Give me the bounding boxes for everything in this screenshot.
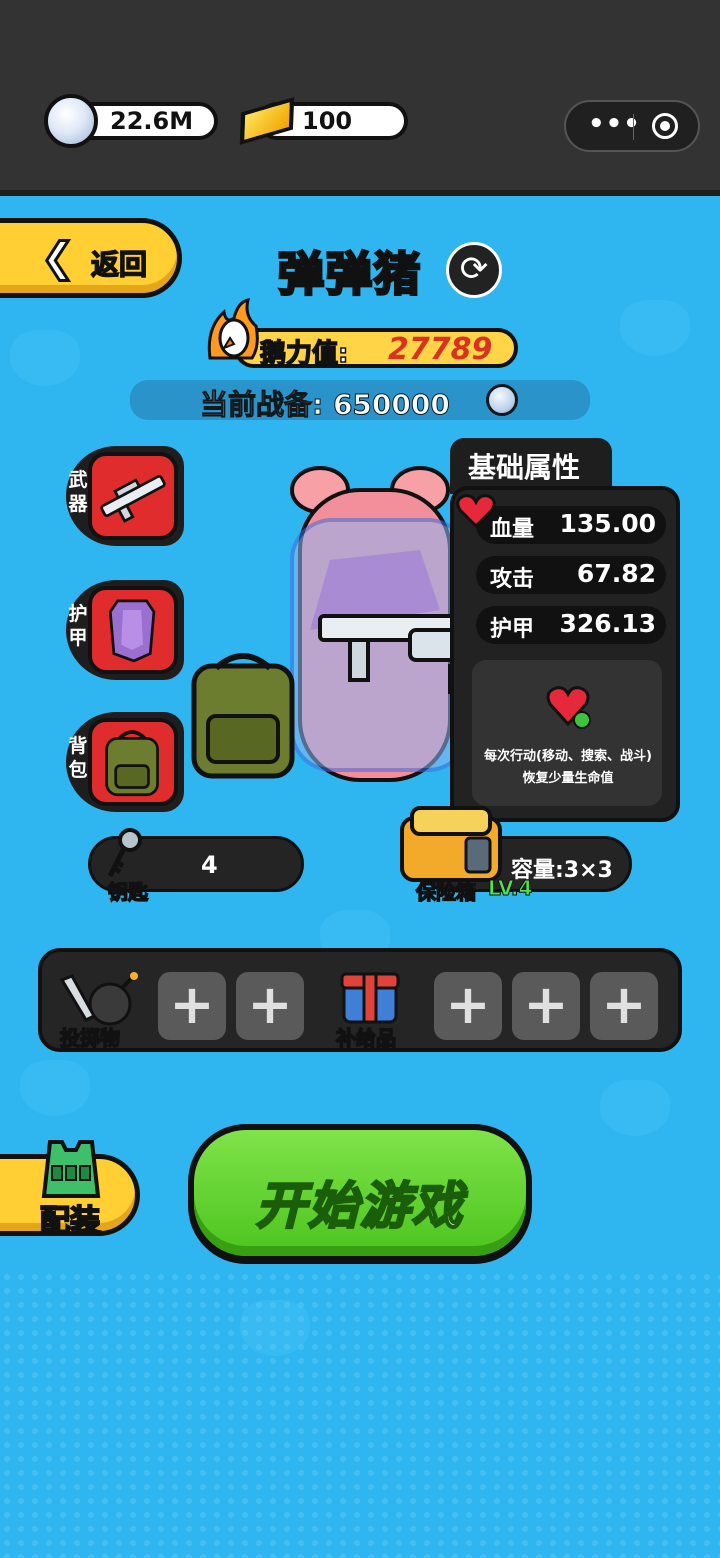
stat-row-health: 血量 135.00 <box>476 506 666 544</box>
weapon-slot-label: 武器 <box>68 469 88 515</box>
safe-box-icon <box>400 806 502 882</box>
combat-readiness-bar: 当前战备: 650000 <box>130 380 590 422</box>
heart-regen-icon <box>546 686 591 729</box>
keys-label: 钥匙 <box>107 879 149 905</box>
switch-character-icon[interactable]: ⟳ <box>446 242 502 298</box>
chevron-left-icon: ❮ <box>40 234 76 283</box>
throwable-icon <box>59 972 138 1026</box>
stat-row-attack: 攻击 67.82 <box>476 556 666 594</box>
armor-slot[interactable]: 护甲 <box>66 580 184 680</box>
dotted-background <box>0 1270 720 1558</box>
supply-slot-3[interactable]: + <box>590 972 658 1040</box>
combat-readiness-text: 当前战备: 650000 <box>200 388 451 422</box>
key-icon <box>107 828 142 878</box>
back-label: 返回 <box>90 247 148 282</box>
throwable-slot-2[interactable]: + <box>236 972 304 1040</box>
armor-icon <box>108 599 156 663</box>
safe-level: LV.4 <box>487 876 533 901</box>
back-button[interactable]: ❮ 返回 <box>0 218 182 298</box>
silver-coin-icon <box>44 94 98 148</box>
silver-amount: 22.6M <box>110 107 194 135</box>
backpack-slot[interactable]: 背包 <box>66 712 184 812</box>
stat-name: 攻击 <box>490 567 535 592</box>
capsule-divider <box>633 114 634 140</box>
paw-decoration <box>600 1080 670 1136</box>
power-label: 鹅力值: <box>259 338 349 370</box>
backpack-slot-frame <box>88 718 178 806</box>
status-bar: 22.6M 100 ••• <box>0 0 720 196</box>
throwable-label: 投掷物 <box>59 1025 121 1051</box>
supply-slot-1[interactable]: + <box>434 972 502 1040</box>
equipped-backpack-illustration <box>191 653 295 779</box>
start-game-button[interactable]: 开始游戏 <box>188 1124 532 1264</box>
weapon-slot[interactable]: 武器 <box>66 446 184 546</box>
character-name: 弹弹猪 <box>277 246 422 303</box>
stat-value: 135.00 <box>559 509 656 538</box>
keys-count: 4 <box>201 851 218 879</box>
power-bar: 鹅力值: 27789 <box>234 328 518 370</box>
start-game-label: 开始游戏 <box>255 1176 464 1237</box>
power-value: 27789 <box>388 332 493 367</box>
consumables-bar: 投掷物 + + 补给品 + + + <box>38 948 682 1052</box>
backpack-icon <box>105 730 159 797</box>
gun-icon <box>100 474 166 523</box>
stat-name: 护甲 <box>490 617 535 642</box>
loadout-label: 配装 <box>39 1203 101 1240</box>
stat-value: 67.82 <box>576 559 656 588</box>
paw-decoration <box>620 300 690 356</box>
stat-name: 血量 <box>490 517 535 542</box>
supply-label: 补给品 <box>335 1025 397 1051</box>
goose-flame-icon <box>207 298 259 360</box>
paw-decoration <box>20 1060 90 1116</box>
miniprogram-capsule: ••• <box>564 100 700 152</box>
safe-label: 保险箱 <box>415 879 477 905</box>
armor-slot-frame <box>88 586 178 674</box>
stat-row-armor: 护甲 326.13 <box>476 606 666 644</box>
passive-effect-box: 每次行动(移动、搜索、战斗)恢复少量生命值 <box>472 660 662 806</box>
stats-panel: 血量 135.00 攻击 67.82 护甲 326.13 每次行动(移动、搜索、… <box>450 486 680 822</box>
silver-coin-icon <box>486 384 518 416</box>
gold-amount: 100 <box>302 107 353 135</box>
passive-effect-text: 每次行动(移动、搜索、战斗)恢复少量生命值 <box>484 749 652 786</box>
paw-decoration <box>10 330 80 386</box>
heart-icon <box>456 494 496 528</box>
armor-slot-label: 护甲 <box>68 603 88 649</box>
supply-slot-2[interactable]: + <box>512 972 580 1040</box>
stat-value: 326.13 <box>559 609 656 638</box>
close-miniprogram-icon[interactable] <box>652 113 678 139</box>
backpack-slot-label: 背包 <box>68 735 88 781</box>
weapon-slot-frame <box>88 452 178 540</box>
vest-icon <box>41 1140 101 1198</box>
supply-crate-icon <box>340 972 400 1024</box>
stats-title: 基础属性 <box>468 451 581 484</box>
start-game-face: 开始游戏 <box>194 1130 526 1256</box>
throwable-slot-1[interactable]: + <box>158 972 226 1040</box>
